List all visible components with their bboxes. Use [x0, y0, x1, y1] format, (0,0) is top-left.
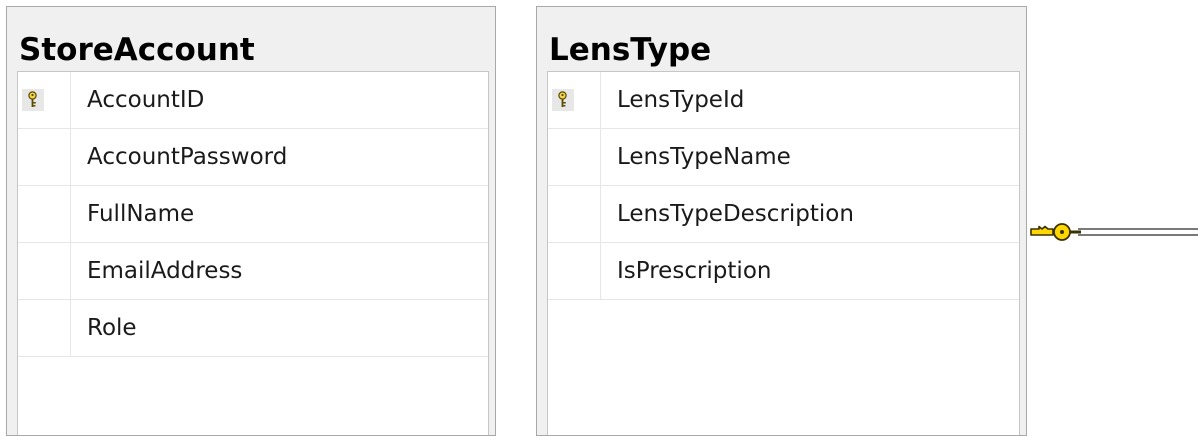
- column-grid: LensTypeId LensTypeName LensTypeDescript…: [547, 71, 1020, 435]
- row-selector[interactable]: [18, 243, 71, 299]
- column-row[interactable]: LensTypeId: [548, 72, 1019, 129]
- row-selector[interactable]: [548, 243, 601, 299]
- row-selector[interactable]: [18, 72, 71, 128]
- column-name: IsPrescription: [617, 258, 772, 284]
- column-name: AccountPassword: [87, 144, 288, 170]
- column-row[interactable]: AccountPassword: [18, 129, 488, 186]
- row-selector[interactable]: [18, 129, 71, 185]
- foreign-key-icon[interactable]: [1029, 222, 1081, 242]
- primary-key-icon: [22, 89, 44, 111]
- row-selector[interactable]: [548, 72, 601, 128]
- row-selector[interactable]: [548, 186, 601, 242]
- table-storeaccount[interactable]: StoreAccount AccountID AccountPassword F…: [6, 6, 496, 436]
- table-lenstype[interactable]: LensType LensTypeId LensTypeName LensTyp…: [536, 6, 1027, 436]
- column-row[interactable]: Role: [18, 300, 488, 357]
- relationship-line[interactable]: [1078, 228, 1198, 236]
- column-row[interactable]: AccountID: [18, 72, 488, 129]
- column-grid: AccountID AccountPassword FullName Email…: [17, 71, 489, 435]
- column-name: AccountID: [87, 87, 205, 113]
- row-selector[interactable]: [18, 186, 71, 242]
- row-selector[interactable]: [548, 129, 601, 185]
- table-title: LensType: [549, 32, 712, 68]
- column-name: FullName: [87, 201, 195, 227]
- column-row[interactable]: EmailAddress: [18, 243, 488, 300]
- column-name: LensTypeName: [617, 144, 791, 170]
- column-name: LensTypeDescription: [617, 201, 854, 227]
- column-name: LensTypeId: [617, 87, 745, 113]
- column-row[interactable]: FullName: [18, 186, 488, 243]
- column-row[interactable]: LensTypeDescription: [548, 186, 1019, 243]
- table-title: StoreAccount: [19, 32, 255, 68]
- column-name: Role: [87, 315, 137, 341]
- primary-key-icon: [552, 89, 574, 111]
- column-row[interactable]: IsPrescription: [548, 243, 1019, 300]
- column-row[interactable]: LensTypeName: [548, 129, 1019, 186]
- row-selector[interactable]: [18, 300, 71, 356]
- column-name: EmailAddress: [87, 258, 243, 284]
